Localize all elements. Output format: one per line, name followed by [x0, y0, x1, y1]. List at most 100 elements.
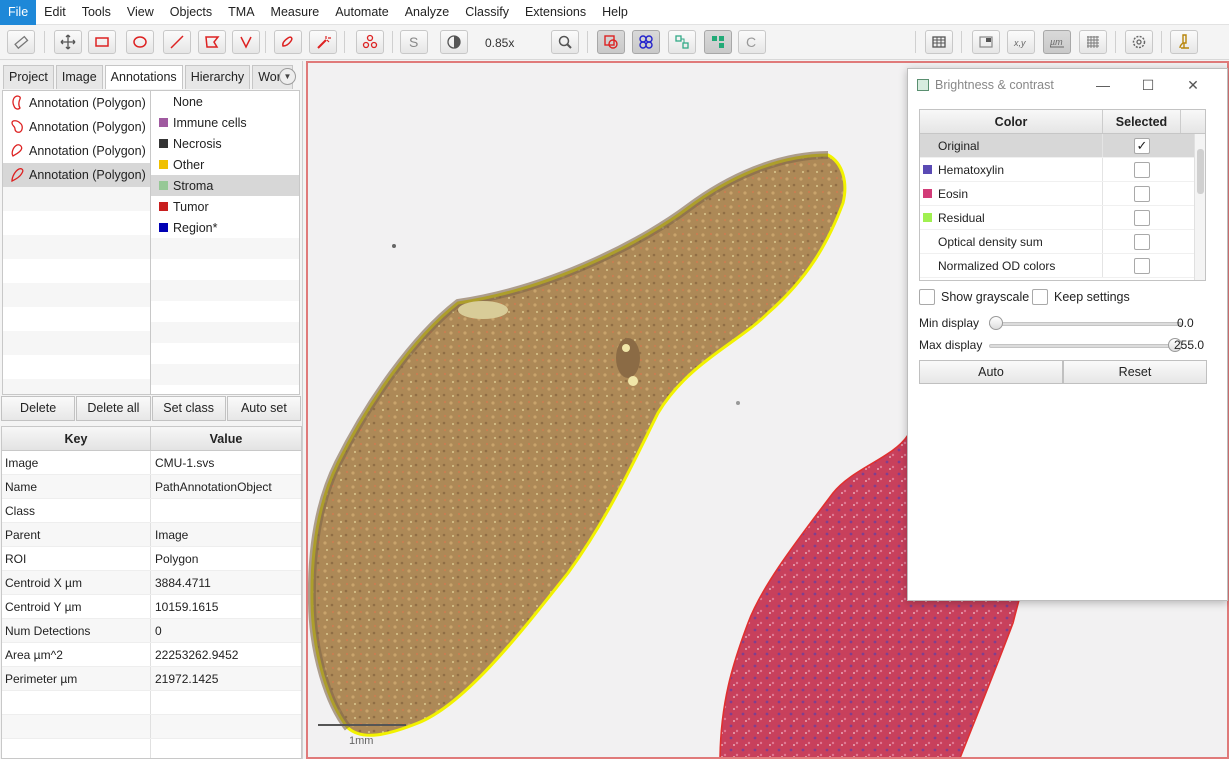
- channel-row[interactable]: Normalized OD colors: [920, 254, 1205, 278]
- class-item[interactable]: Stroma: [151, 175, 299, 196]
- ellipse-icon[interactable]: [126, 30, 154, 54]
- channel-checkbox[interactable]: [1134, 161, 1150, 178]
- class-item[interactable]: Region*: [151, 217, 299, 238]
- table-row[interactable]: Parent Image: [2, 523, 301, 547]
- class-item[interactable]: Tumor: [151, 196, 299, 217]
- menu-analyze[interactable]: Analyze: [397, 0, 457, 25]
- list-item[interactable]: Annotation (Polygon): [3, 115, 150, 139]
- tab-hierarchy[interactable]: Hierarchy: [184, 65, 251, 89]
- scalebar-icon[interactable]: µm: [1043, 30, 1071, 54]
- show-grayscale-checkbox[interactable]: [919, 289, 935, 305]
- table-row[interactable]: Area µm^2 22253262.9452: [2, 643, 301, 667]
- channel-label: Eosin: [938, 186, 969, 201]
- selected-column-header[interactable]: Selected: [1103, 110, 1181, 133]
- table-row[interactable]: Centroid Y µm 10159.1615: [2, 595, 301, 619]
- menu-extensions[interactable]: Extensions: [517, 0, 594, 25]
- menu-edit[interactable]: Edit: [36, 0, 74, 25]
- menu-automate[interactable]: Automate: [327, 0, 397, 25]
- show-grayscale-option[interactable]: Show grayscale: [919, 289, 1029, 305]
- auto-button[interactable]: Auto: [919, 360, 1063, 384]
- channel-row[interactable]: Eosin: [920, 182, 1205, 206]
- preferences-icon[interactable]: [1125, 30, 1153, 54]
- delete-all-button[interactable]: Delete all: [76, 396, 151, 421]
- delete-button[interactable]: Delete: [1, 396, 76, 421]
- list-item[interactable]: Annotation (Polygon): [3, 139, 150, 163]
- key-column-header[interactable]: Key: [2, 427, 151, 450]
- tab-annotations[interactable]: Annotations: [104, 65, 183, 89]
- table-row[interactable]: Class: [2, 499, 301, 523]
- channel-row[interactable]: Residual: [920, 206, 1205, 230]
- channel-scrollbar[interactable]: [1194, 134, 1205, 280]
- menu-tma[interactable]: TMA: [220, 0, 262, 25]
- channel-checkbox[interactable]: [1134, 233, 1150, 250]
- brightness-contrast-icon[interactable]: [440, 30, 468, 54]
- tab-project[interactable]: Project: [3, 65, 54, 89]
- tab-image[interactable]: Image: [55, 65, 103, 89]
- class-item[interactable]: Other: [151, 154, 299, 175]
- wand-icon[interactable]: [309, 30, 337, 54]
- show-annotations-icon[interactable]: [597, 30, 625, 54]
- reset-button[interactable]: Reset: [1063, 360, 1207, 384]
- menu-tools[interactable]: Tools: [74, 0, 119, 25]
- channel-row[interactable]: Optical density sum: [920, 230, 1205, 254]
- move-icon[interactable]: [54, 30, 82, 54]
- table-row[interactable]: Num Detections 0: [2, 619, 301, 643]
- ruler-icon[interactable]: [7, 30, 35, 54]
- points-icon[interactable]: [356, 30, 384, 54]
- table-icon[interactable]: [925, 30, 953, 54]
- set-class-button[interactable]: Set class: [151, 396, 226, 421]
- log-icon[interactable]: [1170, 30, 1198, 54]
- list-item[interactable]: Annotation (Polygon): [3, 91, 150, 115]
- channel-row[interactable]: Hematoxylin: [920, 158, 1205, 182]
- channel-checkbox[interactable]: [1134, 185, 1150, 202]
- menu-help[interactable]: Help: [594, 0, 636, 25]
- list-item[interactable]: Annotation (Polygon): [3, 163, 150, 187]
- keep-settings-checkbox[interactable]: [1032, 289, 1048, 305]
- channel-checkbox[interactable]: ✓: [1134, 137, 1150, 154]
- rectangle-icon[interactable]: [88, 30, 116, 54]
- class-item[interactable]: None: [151, 91, 299, 112]
- table-row[interactable]: Perimeter µm 21972.1425: [2, 667, 301, 691]
- line-icon[interactable]: [163, 30, 191, 54]
- dialog-titlebar[interactable]: Brightness & contrast — ☐ ✕: [908, 69, 1227, 101]
- min-display-thumb[interactable]: [989, 316, 1003, 330]
- channel-checkbox[interactable]: [1134, 209, 1150, 226]
- cursor-location-icon[interactable]: x,y: [1007, 30, 1035, 54]
- table-row[interactable]: ROI Polygon: [2, 547, 301, 571]
- grid-icon[interactable]: [1079, 30, 1107, 54]
- min-display-slider[interactable]: [989, 322, 1182, 326]
- color-column-header[interactable]: Color: [920, 110, 1103, 133]
- value-column-header[interactable]: Value: [151, 427, 301, 450]
- minimize-icon[interactable]: —: [1093, 75, 1113, 95]
- class-item[interactable]: Necrosis: [151, 133, 299, 154]
- class-item[interactable]: Immune cells: [151, 112, 299, 133]
- polygon-icon[interactable]: [198, 30, 226, 54]
- channel-checkbox[interactable]: [1134, 257, 1150, 274]
- overview-icon[interactable]: [972, 30, 1000, 54]
- table-row[interactable]: Centroid X µm 3884.4711: [2, 571, 301, 595]
- menu-file[interactable]: File: [0, 0, 37, 25]
- brush-icon[interactable]: [274, 30, 302, 54]
- show-detections-icon[interactable]: [632, 30, 660, 54]
- max-display-slider[interactable]: [989, 344, 1182, 348]
- menu-objects[interactable]: Objects: [162, 0, 220, 25]
- tab-overflow-button[interactable]: ▼: [279, 68, 296, 85]
- annotation-list[interactable]: Annotation (Polygon) Annotation (Polygon)…: [2, 90, 151, 395]
- menu-measure[interactable]: Measure: [263, 0, 328, 25]
- keep-settings-option[interactable]: Keep settings: [1032, 289, 1130, 305]
- fill-annotations-icon[interactable]: [668, 30, 696, 54]
- class-list[interactable]: None Immune cells Necrosis Other Stroma Tumor…: [151, 90, 300, 395]
- menu-view[interactable]: View: [119, 0, 162, 25]
- table-row[interactable]: Image CMU-1.svs: [2, 451, 301, 475]
- show-connections-icon[interactable]: C: [738, 30, 766, 54]
- channel-row[interactable]: Original ✓: [920, 134, 1205, 158]
- maximize-icon[interactable]: ☐: [1138, 75, 1158, 95]
- auto-set-button[interactable]: Auto set: [226, 396, 301, 421]
- menu-classify[interactable]: Classify: [457, 0, 517, 25]
- polyline-icon[interactable]: [232, 30, 260, 54]
- close-icon[interactable]: ✕: [1183, 75, 1203, 95]
- selection-mode-icon[interactable]: S: [400, 30, 428, 54]
- zoom-to-fit-icon[interactable]: [551, 30, 579, 54]
- fill-detections-icon[interactable]: [704, 30, 732, 54]
- table-row[interactable]: Name PathAnnotationObject: [2, 475, 301, 499]
